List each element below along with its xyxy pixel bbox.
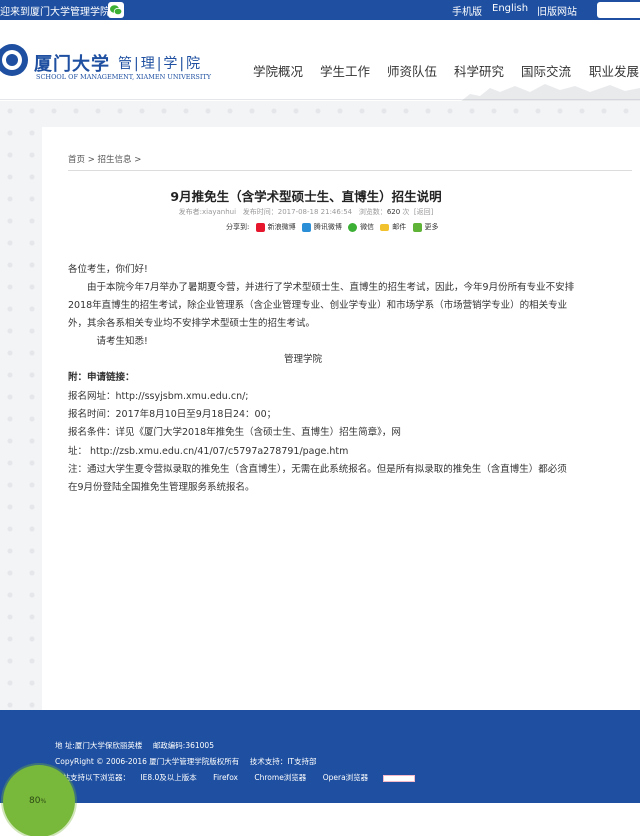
browser-chrome: Chrome浏览器	[254, 773, 307, 782]
article-note-line: 注：通过大学生夏令营拟录取的推免生（含直博生），无需在此系统报名。但是所有拟录取…	[68, 464, 567, 475]
share-bar: 分享到: 新浪微博 腾讯微博 微信 邮件 更多	[226, 222, 439, 232]
share-wechat[interactable]: 微信	[348, 222, 374, 232]
publisher-label: 发布者:	[178, 208, 202, 216]
back-link[interactable]: [返回]	[414, 208, 433, 216]
breadcrumb-separator: >	[134, 155, 142, 165]
old-site-link[interactable]: 旧版网站	[537, 3, 577, 18]
footer-copyright: CopyRight © 2006-2016 厦门大学管理学院版权所有	[55, 757, 240, 766]
footer-support: 技术支持：IT支持部	[249, 757, 317, 766]
share-tencent-weibo-label: 腾讯微博	[313, 223, 342, 231]
article-note-line: 在9月份登陆全国推免生管理服务系统报名。	[68, 482, 255, 493]
article-notice: 请考生知悉!	[68, 336, 148, 347]
publisher-name: xiayanhui	[202, 208, 237, 216]
tencent-weibo-icon	[301, 222, 311, 232]
progress-readout: 80%	[29, 796, 46, 806]
logo-english: SCHOOL OF MANAGEMENT, XIAMEN UNIVERSITY	[36, 73, 212, 81]
nav-item-research[interactable]: 科学研究	[454, 61, 504, 80]
progress-value: 80	[29, 796, 41, 806]
page-bottom	[0, 803, 640, 836]
weibo-icon	[255, 222, 265, 232]
breadcrumb: 首页 > 招生信息 >	[68, 153, 141, 165]
site-footer: 地 址:厦门大学保欣丽英楼 邮政编码:361005 CopyRight © 20…	[0, 710, 640, 803]
browser-ie: IE8.0及以上版本	[140, 773, 197, 782]
nav-item-international[interactable]: 国际交流	[521, 61, 571, 80]
breadcrumb-section[interactable]: 招生信息	[98, 155, 132, 165]
search-input[interactable]	[597, 2, 640, 18]
brochure-url[interactable]: 址： http://zsb.xmu.edu.cn/41/07/c5797a278…	[68, 443, 348, 457]
site-header: 厦门大学 管|理|学|院 SCHOOL OF MANAGEMENT, XIAME…	[0, 20, 640, 102]
article-title: 9月推免生（含学术型硕士生、直博生）招生说明	[170, 189, 442, 204]
campus-skyline-decoration	[460, 84, 640, 102]
nav-item-overview[interactable]: 学院概况	[253, 61, 303, 80]
nav-item-career[interactable]: 职业发展	[589, 61, 639, 80]
english-link[interactable]: English	[492, 3, 528, 14]
article-paragraph-line: 由于本院今年7月举办了暑期夏令营，并进行了学术型硕士生、直博生的招生考试，因此，…	[68, 282, 575, 293]
logo-subtitle: 管|理|学|院	[118, 56, 203, 72]
publish-time: 2017-08-18 21:46:54	[277, 208, 353, 216]
nav-item-student-affairs[interactable]: 学生工作	[320, 61, 370, 80]
share-sina-weibo-label: 新浪微博	[267, 223, 296, 231]
article-links-heading: 附：申请链接：	[68, 372, 135, 383]
browser-opera: Opera浏览器	[322, 773, 369, 782]
welcome-text: 迎来到厦门大学管理学院!	[0, 7, 115, 18]
share-more-label: 更多	[424, 223, 439, 231]
university-emblem-icon	[0, 44, 28, 76]
nav-item-faculty[interactable]: 师资队伍	[387, 61, 437, 80]
progress-unit: %	[40, 798, 47, 805]
mail-icon	[380, 223, 390, 231]
plus-icon	[412, 222, 422, 232]
views-label: 浏览数：	[358, 208, 387, 216]
top-bar: 迎来到厦门大学管理学院! 手机版 English 旧版网站	[0, 0, 640, 20]
wechat-share-icon	[348, 222, 358, 232]
article-paragraph-line: 外，其余各系相关专业均不安排学术型硕士生的招生考试。	[68, 318, 316, 329]
registration-time: 报名时间：2017年8月10日至9月18日24：00；	[68, 409, 277, 420]
wechat-icon[interactable]	[108, 2, 124, 18]
browser-firefox: Firefox	[213, 773, 238, 782]
site-badge-icon[interactable]	[382, 774, 415, 782]
mobile-link[interactable]: 手机版	[452, 3, 482, 18]
breadcrumb-divider	[68, 170, 632, 171]
breadcrumb-separator: >	[87, 155, 95, 165]
share-email[interactable]: 邮件	[380, 222, 406, 232]
share-tencent-weibo[interactable]: 腾讯微博	[301, 222, 342, 232]
views-unit: 次	[402, 208, 410, 216]
views-count: 620	[386, 208, 401, 216]
article-signature: 管理学院	[284, 354, 323, 365]
breadcrumb-home[interactable]: 首页	[68, 155, 85, 165]
share-more[interactable]: 更多	[412, 222, 439, 232]
article-greeting: 各位考生，你们好!	[68, 264, 148, 275]
publish-time-label: 发布时间：	[242, 208, 278, 216]
share-email-label: 邮件	[392, 223, 407, 231]
share-sina-weibo[interactable]: 新浪微博	[255, 222, 296, 232]
footer-postcode: 邮政编码:361005	[152, 741, 214, 750]
article-meta: 发布者:xiayanhui 发布时间：2017-08-18 21:46:54 浏…	[68, 207, 544, 217]
article-paragraph-line: 2018年直博生的招生考试，除企业管理系（含企业管理专业、创业学专业）和市场学系…	[68, 300, 568, 311]
share-wechat-label: 微信	[360, 223, 375, 231]
footer-address: 地 址:厦门大学保欣丽英楼	[55, 741, 143, 750]
registration-conditions: 报名条件：详见《厦门大学2018年推免生（含硕士生、直博生）招生简章》，网	[68, 427, 401, 438]
registration-url[interactable]: 报名网址：http://ssyjsbm.xmu.edu.cn/;	[68, 388, 249, 402]
share-label: 分享到:	[226, 223, 250, 231]
